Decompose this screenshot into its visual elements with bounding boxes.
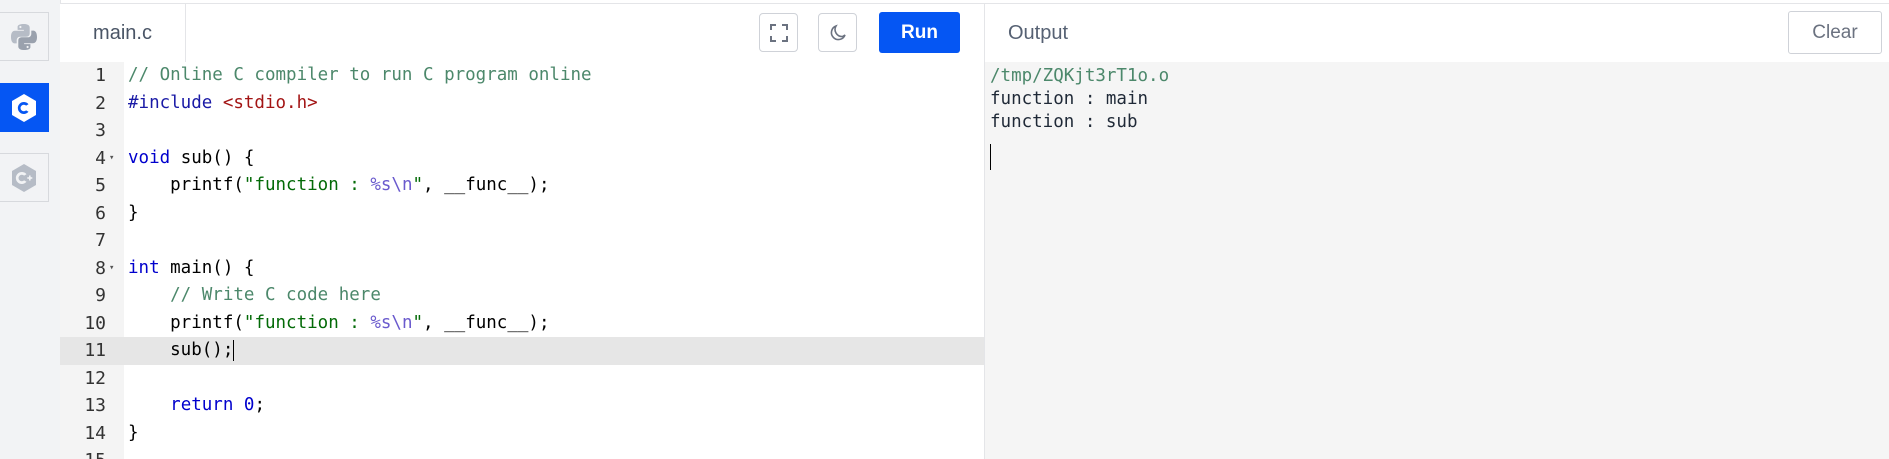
code-token: ": [412, 175, 424, 195]
line-number: 2: [95, 92, 106, 114]
code-token: %s\n: [370, 175, 413, 195]
language-sidebar: [0, 0, 61, 459]
code-line[interactable]: 9 // Write C code here: [60, 282, 984, 310]
code-text: }: [128, 200, 139, 228]
code-line[interactable]: 5 printf("function : %s\n", __func__);: [60, 172, 984, 200]
code-text: void sub() {: [128, 145, 254, 173]
cpp-icon: [12, 163, 36, 192]
python-language-button[interactable]: [0, 12, 49, 61]
moon-icon: [830, 23, 846, 40]
line-number: 10: [84, 312, 106, 334]
code-text: #include <stdio.h>: [128, 90, 318, 118]
cpp-language-button[interactable]: [0, 153, 49, 202]
line-number: 5: [95, 175, 106, 196]
code-token: , __func__);: [423, 175, 550, 195]
code-token: ": [412, 312, 424, 333]
code-line[interactable]: 15: [60, 447, 984, 459]
code-token: }: [128, 422, 139, 443]
code-text: int main() {: [128, 255, 254, 283]
line-number: 13: [84, 395, 106, 416]
code-token: void: [128, 147, 171, 168]
line-number: 11: [84, 340, 106, 361]
code-token: %s\n: [370, 312, 413, 333]
line-number: 1: [95, 65, 106, 86]
python-icon: [11, 23, 37, 50]
code-line[interactable]: 13 return 0;: [60, 392, 984, 420]
code-editor[interactable]: 1 // Online C compiler to run C program o…: [60, 62, 984, 459]
code-text: printf("function : %s\n", __func__);: [128, 310, 549, 338]
code-token: #include: [128, 92, 223, 113]
code-text: }: [128, 420, 139, 448]
code-token: "function :: [243, 175, 371, 195]
code-token: "function :: [243, 312, 371, 333]
code-token: }: [128, 202, 139, 223]
output-title: Output: [1008, 21, 1069, 44]
code-token: printf(: [128, 175, 244, 195]
code-text: // Write C code here: [128, 282, 381, 310]
line-number: 12: [84, 367, 106, 389]
code-token: sub() {: [170, 147, 255, 168]
fold-toggle-icon[interactable]: ▾: [109, 145, 114, 173]
code-token: sub();: [128, 340, 234, 360]
code-token: return: [170, 395, 234, 415]
code-text: return 0;: [128, 392, 265, 420]
dark-mode-button[interactable]: [818, 13, 857, 52]
code-text: printf("function : %s\n", __func__);: [128, 172, 549, 200]
line-number: 15: [60, 447, 106, 459]
output-cursor: [990, 144, 991, 170]
code-line[interactable]: 6}: [60, 200, 984, 228]
code-token: 0: [243, 395, 255, 415]
code-line[interactable]: 1 // Online C compiler to run C program o…: [60, 62, 984, 90]
code-line[interactable]: 10 printf("function : %s\n", __func__);: [60, 310, 984, 338]
line-number: 7: [95, 230, 106, 251]
code-line[interactable]: 12: [60, 365, 984, 393]
code-token: main() {: [159, 257, 255, 278]
line-number: 8: [95, 257, 106, 279]
line-number: 3: [95, 120, 106, 141]
fullscreen-button[interactable]: [759, 13, 798, 52]
expand-icon: [769, 23, 788, 42]
code-token: <stdio.h>: [222, 92, 318, 113]
code-text: sub();: [128, 337, 235, 365]
code-line[interactable]: 3: [60, 117, 984, 145]
code-line[interactable]: 4 ▾ void sub() {: [60, 145, 984, 173]
code-line[interactable]: 8 ▾ int main() {: [60, 255, 984, 283]
code-token: printf(: [128, 312, 244, 333]
code-token: // Write C code here: [128, 285, 381, 305]
fold-toggle-icon[interactable]: ▾: [109, 255, 114, 283]
code-token: , __func__);: [423, 312, 550, 333]
top-toolbar: main.c Run Output Clear: [60, 3, 1889, 63]
code-line[interactable]: 7: [60, 227, 984, 255]
line-number: 4: [95, 147, 106, 169]
c-language-button[interactable]: [0, 83, 49, 132]
output-line: function : sub: [990, 112, 1138, 132]
line-number: 6: [95, 202, 106, 224]
code-line[interactable]: 2 #include <stdio.h>: [60, 90, 984, 118]
code-token: ;: [254, 395, 266, 415]
output-console[interactable]: /tmp/ZQKjt3rT1o.o function : main function…: [985, 62, 1889, 459]
file-tab-main[interactable]: main.c: [60, 4, 186, 62]
code-token: int: [128, 257, 160, 278]
line-number: 14: [84, 422, 106, 444]
code-text: // Online C compiler to run C program on…: [128, 62, 592, 90]
run-button[interactable]: Run: [879, 12, 960, 53]
code-line[interactable]: 11 sub();: [60, 337, 984, 365]
c-icon: [12, 93, 36, 122]
text-cursor: [233, 339, 235, 361]
line-number: 9: [95, 285, 106, 306]
code-token: // Online C compiler to run C program on…: [128, 65, 592, 85]
clear-button[interactable]: Clear: [1788, 11, 1882, 54]
code-line[interactable]: 14}: [60, 420, 984, 448]
